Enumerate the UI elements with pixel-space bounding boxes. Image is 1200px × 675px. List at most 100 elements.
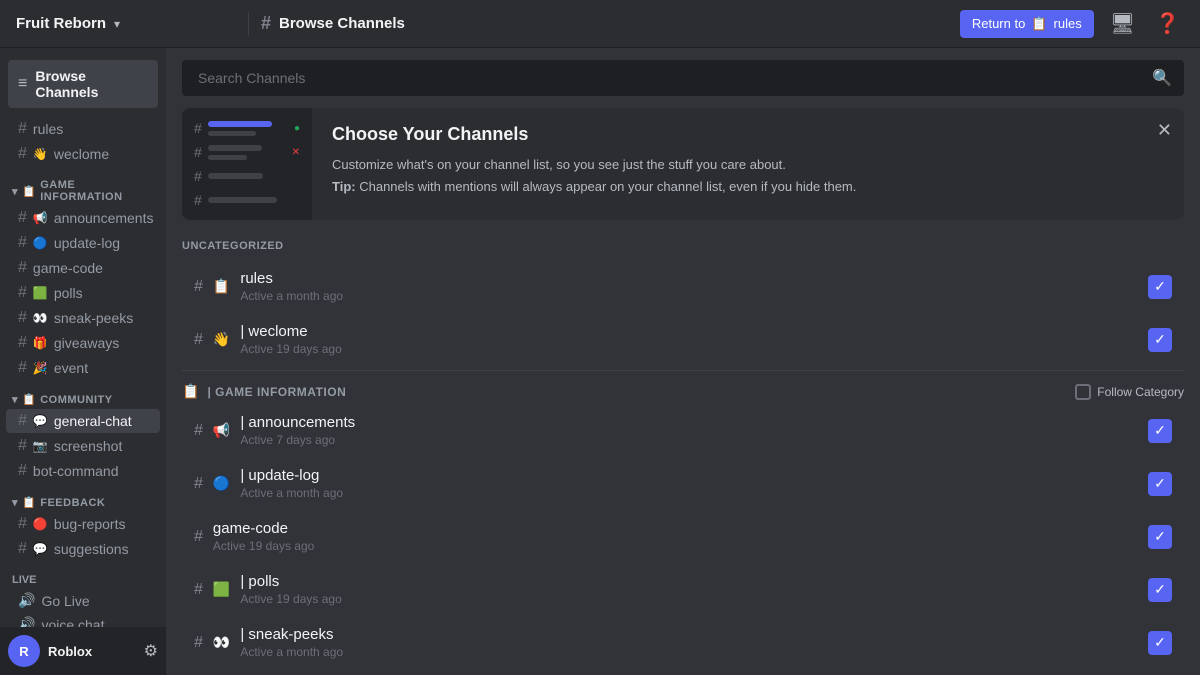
sidebar-item-giveaways[interactable]: # 🎁 giveaways — [6, 331, 160, 355]
browse-icon: ≡ — [18, 75, 27, 93]
preview-line — [208, 131, 256, 136]
sidebar-item-event[interactable]: # 🎉 event — [6, 356, 160, 380]
hash-icon: # — [18, 334, 27, 352]
sidebar-item-bot-command[interactable]: # bot-command — [6, 459, 160, 483]
category-label: GAME INFORMATION — [40, 179, 158, 203]
emoji-icon: 💬 — [33, 542, 48, 556]
channel-info: rules Active a month ago — [240, 270, 1138, 303]
channel-meta: Active a month ago — [240, 486, 1138, 500]
sidebar-item-general-chat[interactable]: # 💬 general-chat — [6, 409, 160, 433]
sidebar-item-game-code[interactable]: # game-code — [6, 256, 160, 280]
check-icon[interactable]: ✓ — [1148, 578, 1172, 602]
check-icon[interactable]: ✓ — [1148, 631, 1172, 655]
hash-icon: # — [18, 540, 27, 558]
emoji-icon: 📷 — [33, 439, 48, 453]
list-item[interactable]: # 📋 rules Active a month ago ✓ — [182, 260, 1184, 313]
monitor-icon[interactable]: 🖥 — [1106, 7, 1139, 40]
category-game-information[interactable]: ▾ 📋 GAME INFORMATION — [0, 167, 166, 205]
sidebar-item-rules[interactable]: # rules — [6, 117, 160, 141]
search-wrap: 🔍 — [182, 60, 1184, 96]
check-icon[interactable]: ✓ — [1148, 275, 1172, 299]
help-icon[interactable]: ❓ — [1151, 7, 1184, 40]
channel-label: screenshot — [54, 438, 122, 454]
category-label-area: 📋 | GAME INFORMATION — [182, 383, 346, 400]
panel-preview: # ● # ✕ — [182, 108, 312, 220]
info-panel: # ● # ✕ — [182, 108, 1184, 220]
list-item[interactable]: # 📢 | announcements Active 7 days ago ✓ — [182, 404, 1184, 457]
sidebar-browse-button[interactable]: ≡ Browse Channels — [8, 60, 158, 108]
return-label: Return to — [972, 16, 1025, 31]
channel-name: | announcements — [240, 414, 1138, 431]
emoji-icon: 🟩 — [213, 581, 230, 598]
channel-label: suggestions — [54, 541, 129, 557]
preview-line — [208, 121, 272, 127]
server-name-area[interactable]: Fruit Reborn ▾ — [16, 15, 236, 32]
uncategorized-label: UNCATEGORIZED — [182, 228, 1184, 260]
category-community[interactable]: ▾ 📋 COMMUNITY — [0, 381, 166, 408]
hash-icon: # — [18, 515, 27, 533]
list-item[interactable]: # 🔵 | update-log Active a month ago ✓ — [182, 457, 1184, 510]
channel-label: voice chat — [41, 617, 104, 628]
user-area: R Roblox ⚙ — [0, 627, 166, 675]
search-input[interactable] — [182, 60, 1184, 96]
preview-row-4: # — [194, 192, 300, 208]
hash-icon: # — [194, 278, 203, 296]
preview-line — [208, 197, 277, 203]
preview-row-1: # ● — [194, 120, 300, 136]
sidebar-item-suggestions[interactable]: # 💬 suggestions — [6, 537, 160, 561]
settings-icon[interactable]: ⚙ — [144, 641, 158, 661]
channel-label: polls — [54, 285, 83, 301]
preview-line — [208, 145, 262, 151]
username: Roblox — [48, 644, 136, 659]
channel-meta: Active a month ago — [240, 289, 1138, 303]
check-icon[interactable]: ✓ — [1148, 525, 1172, 549]
channel-label: sneak-peeks — [54, 310, 133, 326]
emoji-icon: 👋 — [33, 147, 48, 161]
follow-category-button[interactable]: Follow Category — [1075, 384, 1184, 400]
emoji-icon: 🔵 — [213, 475, 230, 492]
follow-checkbox[interactable] — [1075, 384, 1091, 400]
list-item[interactable]: # 🟩 | polls Active 19 days ago ✓ — [182, 563, 1184, 616]
category-name: | GAME INFORMATION — [207, 385, 346, 399]
preview-row-3: # — [194, 168, 300, 184]
panel-area: # ● # ✕ — [166, 108, 1200, 675]
list-item[interactable]: # 👀 | sneak-peeks Active a month ago ✓ — [182, 616, 1184, 669]
preview-line — [208, 155, 247, 160]
channel-meta: Active 19 days ago — [213, 539, 1138, 553]
close-button[interactable]: ✕ — [1157, 120, 1172, 141]
hash-icon: # — [194, 120, 202, 136]
channel-name: rules — [240, 270, 1138, 287]
sidebar-item-bug-reports[interactable]: # 🔴 bug-reports — [6, 512, 160, 536]
channel-meta: Active 19 days ago — [240, 342, 1138, 356]
sidebar-item-weclome[interactable]: # 👋 weclome — [6, 142, 160, 166]
check-icon[interactable]: ✓ — [1148, 328, 1172, 352]
divider — [248, 12, 249, 36]
sidebar-item-voice-chat[interactable]: 🔊 voice chat — [6, 613, 160, 627]
emoji-icon: 📋 — [213, 278, 230, 295]
channel-info: | sneak-peeks Active a month ago — [240, 626, 1138, 659]
sidebar-item-polls[interactable]: # 🟩 polls — [6, 281, 160, 305]
list-item[interactable]: # game-code Active 19 days ago ✓ — [182, 510, 1184, 563]
return-to-rules-button[interactable]: Return to 📋 rules — [960, 10, 1094, 38]
hash-icon: # — [18, 359, 27, 377]
check-icon[interactable]: ✓ — [1148, 419, 1172, 443]
hash-icon: # — [194, 144, 202, 160]
category-emoji: 📋 — [22, 393, 36, 406]
list-item[interactable]: # 👋 | weclome Active 19 days ago ✓ — [182, 313, 1184, 366]
channels-list: UNCATEGORIZED # 📋 rules Active a month a… — [166, 228, 1200, 675]
emoji-icon: 👀 — [33, 311, 48, 325]
hash-icon: # — [18, 209, 27, 227]
sidebar-item-announcements[interactable]: # 📢 announcements — [6, 206, 160, 230]
sidebar-item-sneak-peeks[interactable]: # 👀 sneak-peeks — [6, 306, 160, 330]
category-label: COMMUNITY — [40, 394, 112, 406]
sidebar-item-screenshot[interactable]: # 📷 screenshot — [6, 434, 160, 458]
chevron-down-icon: ▾ — [114, 17, 120, 31]
category-feedback[interactable]: ▾ 📋 FEEDBACK — [0, 484, 166, 511]
check-icon[interactable]: ✓ — [1148, 472, 1172, 496]
sidebar-item-update-log[interactable]: # 🔵 update-log — [6, 231, 160, 255]
emoji-icon: 🎁 — [33, 336, 48, 350]
sidebar-item-go-live[interactable]: 🔊 Go Live — [6, 589, 160, 612]
channel-name: game-code — [213, 520, 1138, 537]
list-item[interactable]: # 🎁 | giveaways Active a month ago ✓ — [182, 669, 1184, 675]
section-live: LIVE — [0, 562, 166, 588]
